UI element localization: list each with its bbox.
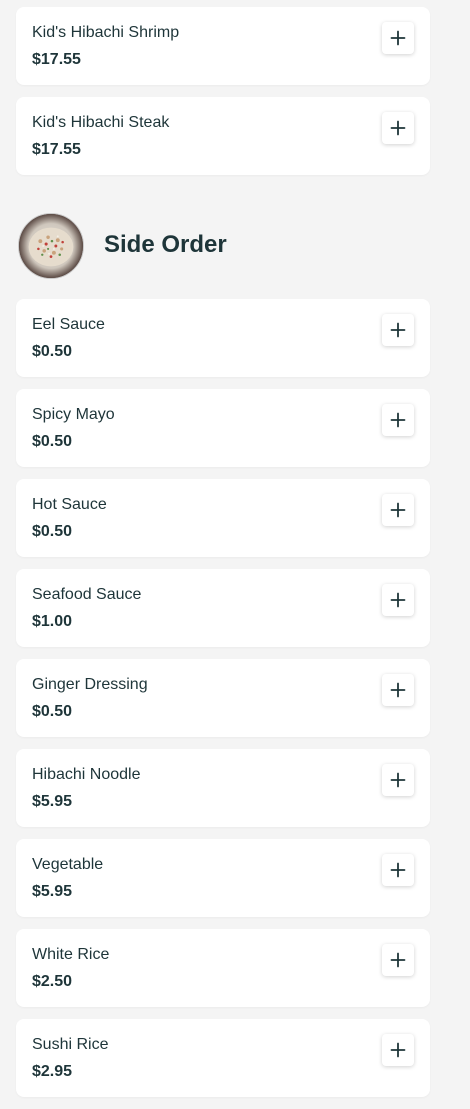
- section-header-side-order: Side Order: [16, 187, 430, 299]
- add-item-button[interactable]: [382, 404, 414, 436]
- section-title: Side Order: [104, 231, 227, 258]
- add-item-button[interactable]: [382, 112, 414, 144]
- add-item-button[interactable]: [382, 1034, 414, 1066]
- menu-item-eel-sauce[interactable]: Eel Sauce $0.50: [16, 299, 430, 377]
- menu-item-kids-hibachi-steak[interactable]: Kid's Hibachi Steak $17.55: [16, 97, 430, 175]
- add-item-button[interactable]: [382, 494, 414, 526]
- menu-item-white-rice[interactable]: White Rice $2.50: [16, 929, 430, 1007]
- plus-icon: [390, 502, 406, 518]
- plus-icon: [390, 1042, 406, 1058]
- item-name: Hibachi Noodle: [32, 766, 141, 783]
- plus-icon: [390, 30, 406, 46]
- menu-item-sushi-rice[interactable]: Sushi Rice $2.95: [16, 1019, 430, 1097]
- menu-item-hibachi-noodle[interactable]: Hibachi Noodle $5.95: [16, 749, 430, 827]
- item-name: Kid's Hibachi Steak: [32, 114, 170, 131]
- item-name: Eel Sauce: [32, 316, 105, 333]
- menu-item-ginger-dressing[interactable]: Ginger Dressing $0.50: [16, 659, 430, 737]
- add-item-button[interactable]: [382, 764, 414, 796]
- item-price: $0.50: [32, 433, 73, 450]
- item-name: Vegetable: [32, 856, 104, 873]
- add-item-button[interactable]: [382, 944, 414, 976]
- item-price: $5.95: [32, 793, 73, 810]
- item-name: Sushi Rice: [32, 1036, 109, 1053]
- item-name: Kid's Hibachi Shrimp: [32, 24, 180, 41]
- add-item-button[interactable]: [382, 584, 414, 616]
- item-price: $2.95: [32, 1063, 73, 1080]
- plus-icon: [390, 322, 406, 338]
- item-name: Hot Sauce: [32, 496, 107, 513]
- menu-item-hot-sauce[interactable]: Hot Sauce $0.50: [16, 479, 430, 557]
- section-image: [18, 213, 84, 279]
- item-name: Ginger Dressing: [32, 676, 148, 693]
- item-price: $0.50: [32, 523, 73, 540]
- menu-item-seafood-sauce[interactable]: Seafood Sauce $1.00: [16, 569, 430, 647]
- fried-rice-photo-icon: [19, 214, 83, 278]
- item-price: $2.50: [32, 973, 73, 990]
- menu-item-spicy-mayo[interactable]: Spicy Mayo $0.50: [16, 389, 430, 467]
- item-price: $17.55: [32, 141, 81, 158]
- plus-icon: [390, 120, 406, 136]
- add-item-button[interactable]: [382, 674, 414, 706]
- item-price: $0.50: [32, 703, 73, 720]
- plus-icon: [390, 952, 406, 968]
- item-name: White Rice: [32, 946, 110, 963]
- menu-item-vegetable[interactable]: Vegetable $5.95: [16, 839, 430, 917]
- plus-icon: [390, 772, 406, 788]
- plus-icon: [390, 682, 406, 698]
- plus-icon: [390, 862, 406, 878]
- add-item-button[interactable]: [382, 314, 414, 346]
- item-price: $0.50: [32, 343, 73, 360]
- plus-icon: [390, 412, 406, 428]
- menu-item-kids-hibachi-shrimp[interactable]: Kid's Hibachi Shrimp $17.55: [16, 7, 430, 85]
- item-name: Spicy Mayo: [32, 406, 115, 423]
- item-price: $17.55: [32, 51, 81, 68]
- menu-list: Kid's Hibachi Shrimp $17.55 Kid's Hibach…: [16, 0, 430, 1109]
- plus-icon: [390, 592, 406, 608]
- add-item-button[interactable]: [382, 854, 414, 886]
- item-price: $1.00: [32, 613, 73, 630]
- item-name: Seafood Sauce: [32, 586, 142, 603]
- add-item-button[interactable]: [382, 22, 414, 54]
- item-price: $5.95: [32, 883, 73, 900]
